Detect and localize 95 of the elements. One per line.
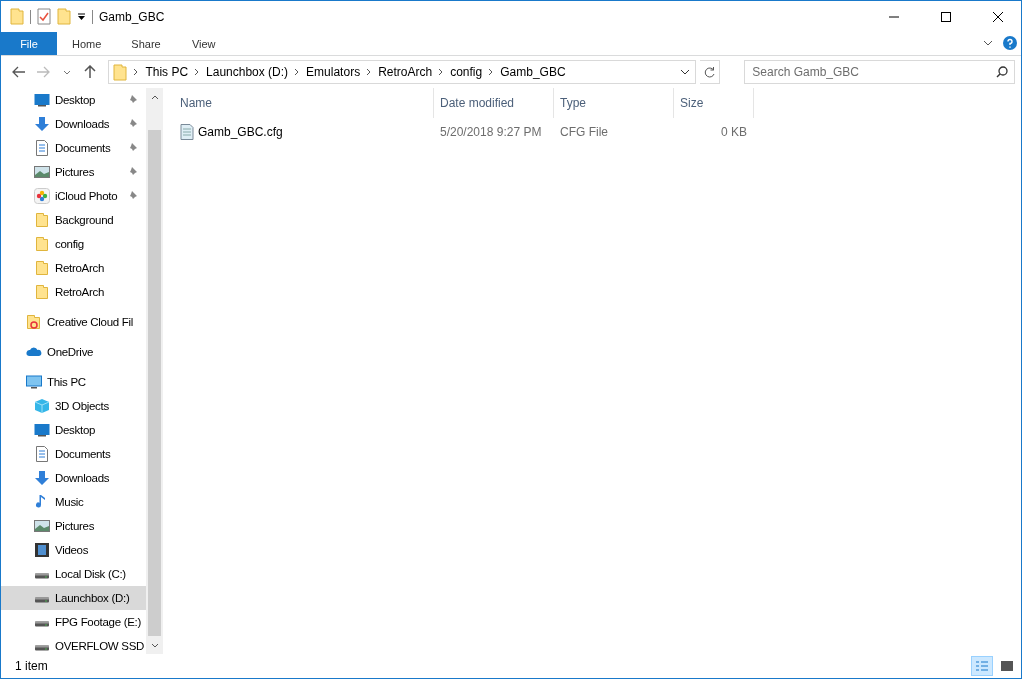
sidebar-item[interactable]: Videos (1, 538, 146, 562)
monitor-icon (34, 92, 50, 108)
scrollbar[interactable] (146, 88, 163, 654)
breadcrumb-item[interactable]: Launchbox (D:) (206, 65, 289, 79)
sidebar-item[interactable]: config (1, 232, 146, 256)
back-arrow-icon (11, 66, 26, 78)
chevron-icon (294, 68, 301, 76)
sidebar-item[interactable]: Downloads (1, 112, 146, 136)
down-arrow-icon (34, 470, 50, 486)
folder-icon (10, 8, 24, 25)
table-cell-text: CFG File (559, 125, 609, 139)
sidebar-item[interactable]: Background (1, 208, 146, 232)
monitor-icon (34, 422, 50, 438)
address-bar[interactable]: This PC Launchbox (D:) Emulators RetroArch config Gamb_GBC (108, 60, 697, 84)
breadcrumb-item[interactable]: Gamb_GBC (500, 65, 566, 79)
search-icon (996, 66, 1008, 78)
cloud-folder-icon (26, 314, 42, 330)
sidebar-item[interactable]: Downloads (1, 466, 146, 490)
film-icon (34, 542, 50, 558)
drive-icon (34, 597, 50, 603)
table-cell-text: 5/20/2018 9:27 PM (439, 125, 543, 139)
sidebar-item[interactable]: Desktop (1, 418, 146, 442)
sidebar-item[interactable]: This PC (1, 370, 146, 394)
sidebar-item[interactable]: Desktop (1, 88, 146, 112)
sidebar-item[interactable]: 3D Objects (1, 394, 146, 418)
document-icon (34, 446, 50, 462)
file-icon (180, 124, 194, 140)
file-name-cell[interactable]: Gamb_GBC.cfg (178, 124, 434, 140)
document-icon (34, 140, 50, 156)
checklist-icon (37, 8, 51, 25)
chevron-icon (488, 68, 495, 76)
ribbon-tab[interactable]: View (175, 32, 232, 55)
column-header[interactable]: Name (178, 88, 434, 118)
column-header[interactable]: Date modified (434, 88, 554, 118)
chevron-icon (194, 68, 201, 76)
down-arrow-icon (34, 116, 50, 132)
chevron-icon (366, 68, 373, 76)
breadcrumb-item[interactable]: RetroArch (378, 65, 433, 79)
chevron-icon (438, 68, 445, 76)
picture-icon (34, 518, 50, 534)
ribbon-tab[interactable]: Home (57, 32, 117, 55)
sidebar-item[interactable]: Launchbox (D:) (1, 586, 146, 610)
help-icon (1003, 36, 1017, 50)
up-arrow-icon (84, 65, 97, 79)
chevron-icon (133, 68, 140, 76)
sidebar-item[interactable]: Documents (1, 442, 146, 466)
folder-icon (113, 63, 128, 81)
picture-icon (34, 164, 50, 180)
ribbon-tab[interactable]: Share (116, 32, 176, 55)
sidebar-item[interactable]: RetroArch (1, 256, 146, 280)
drive-icon (34, 621, 50, 627)
breadcrumb-item[interactable]: config (450, 65, 483, 79)
sidebar-item[interactable]: iCloud Photo (1, 184, 146, 208)
folder-icon (34, 212, 50, 228)
window-title: Gamb_GBC (99, 9, 165, 24)
sidebar-item[interactable]: Creative Cloud Fil (1, 310, 146, 334)
sidebar-item[interactable]: OVERFLOW SSD (1, 634, 146, 654)
folder-icon (34, 260, 50, 276)
breadcrumb-item[interactable]: This PC (145, 65, 189, 79)
computer-icon (26, 374, 42, 390)
cube-icon (34, 398, 50, 414)
sidebar-item[interactable]: Pictures (1, 514, 146, 538)
folder-icon (57, 8, 71, 25)
sidebar-item[interactable]: Pictures (1, 160, 146, 184)
column-header[interactable]: Size (674, 88, 754, 118)
drive-icon (34, 645, 50, 651)
sidebar-item[interactable]: Music (1, 490, 146, 514)
sidebar-item[interactable]: Local Disk (C:) (1, 562, 146, 586)
folder-icon (34, 236, 50, 252)
sidebar-item[interactable]: RetroArch (1, 280, 146, 304)
item-count: 1 item (15, 659, 48, 673)
list-icon (975, 660, 989, 672)
tile-icon (1000, 660, 1014, 672)
table-cell-text: 0 KB (720, 125, 748, 139)
maximize-icon (941, 11, 951, 22)
chevron-down-icon (983, 40, 993, 46)
chevron-down-icon[interactable] (680, 69, 691, 75)
search-field[interactable]: Search Gamb_GBC (744, 60, 1015, 84)
dropdown-icon[interactable] (77, 12, 86, 21)
column-header[interactable]: Type (554, 88, 674, 118)
scroll-down-icon[interactable] (150, 642, 159, 648)
sidebar-item[interactable]: FPG Footage (E:) (1, 610, 146, 634)
sidebar-item[interactable]: Documents (1, 136, 146, 160)
refresh-icon (703, 66, 716, 78)
drive-icon (34, 573, 50, 579)
scroll-up-icon[interactable] (150, 94, 159, 100)
folder-icon (34, 284, 50, 300)
chevron-down-icon (62, 69, 71, 75)
forward-arrow-icon (35, 66, 50, 78)
refresh-button[interactable] (700, 60, 721, 84)
breadcrumb-item[interactable]: Emulators (306, 65, 361, 79)
sidebar-item[interactable]: OneDrive (1, 340, 146, 364)
close-icon (993, 11, 1003, 22)
ribbon-tab[interactable]: File (1, 32, 57, 55)
flower-icon (34, 188, 50, 204)
